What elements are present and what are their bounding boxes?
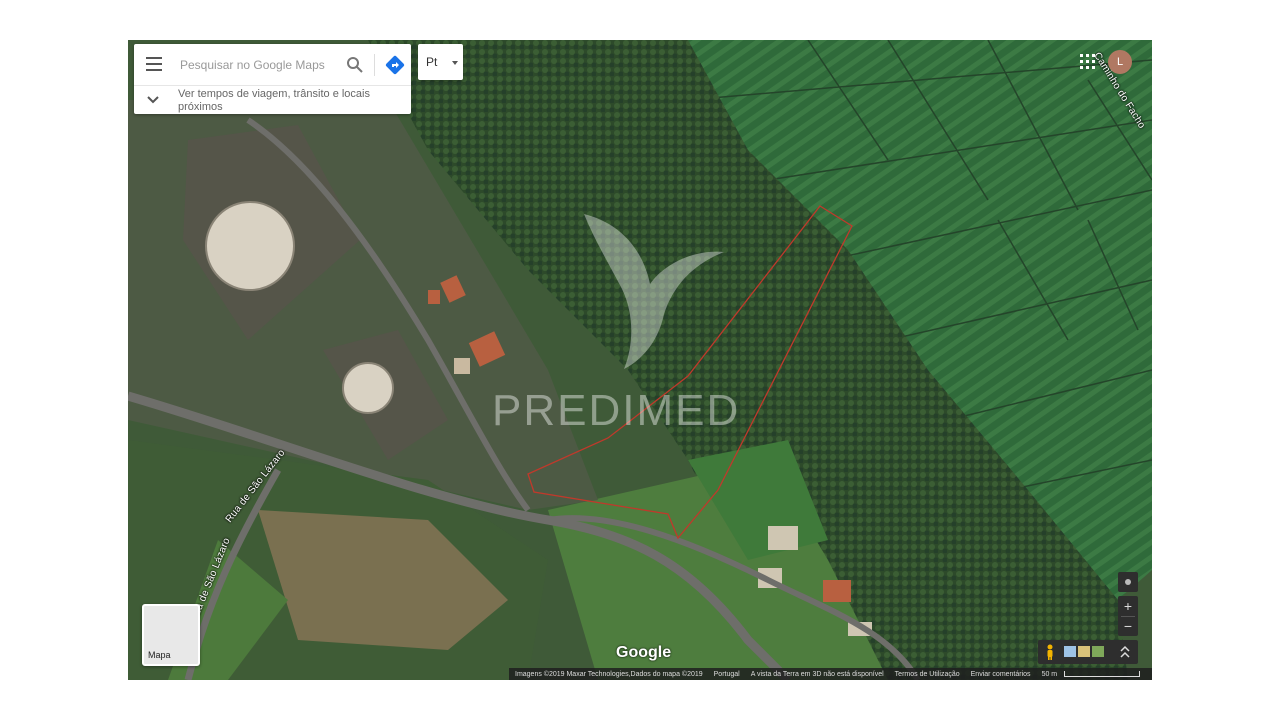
feedback-link[interactable]: Enviar comentários	[971, 671, 1031, 678]
search-panel: Ver tempos de viagem, trânsito e locais …	[134, 44, 411, 114]
avatar[interactable]: L	[1108, 50, 1132, 74]
watermark-logo-icon	[584, 214, 724, 369]
pegman-icon[interactable]	[1045, 644, 1055, 660]
attribution-bar: Imagens ©2019 Maxar Technologies,Dados d…	[509, 668, 1152, 680]
directions-icon[interactable]	[385, 55, 405, 75]
scale-bar	[1064, 671, 1141, 677]
imagery-credit: Imagens ©2019 Maxar Technologies,Dados d…	[515, 670, 703, 678]
layer-label: Mapa	[148, 650, 171, 660]
language-select[interactable]: Pt	[418, 44, 463, 80]
satellite-map[interactable]: PREDIMED Rua de São Lázaro Rua de São Lá…	[128, 40, 1152, 680]
layer-tile-terrain[interactable]	[1078, 646, 1090, 657]
apps-icon[interactable]	[1080, 54, 1096, 70]
menu-icon[interactable]	[146, 57, 162, 71]
caret-down-icon	[452, 61, 458, 65]
view-controls	[1038, 640, 1138, 664]
terms-link[interactable]: Termos de Utilização	[895, 671, 960, 678]
chevron-down-icon[interactable]	[147, 95, 159, 105]
search-separator	[134, 85, 411, 86]
my-location-icon[interactable]	[1118, 572, 1138, 592]
search-input[interactable]	[178, 53, 342, 77]
notice-3d: A vista da Terra em 3D não está disponív…	[750, 670, 884, 678]
language-code: Pt	[426, 55, 438, 69]
travel-times-link[interactable]: Ver tempos de viagem, trânsito e locais …	[178, 88, 378, 114]
search-divider	[374, 54, 375, 76]
expand-icon[interactable]	[1118, 645, 1132, 659]
layer-tile-water[interactable]	[1064, 646, 1076, 657]
map-layer-toggle[interactable]: Mapa	[142, 604, 200, 666]
zoom-out-icon[interactable]: −	[1118, 616, 1138, 636]
google-logo: Google	[616, 644, 672, 661]
country-label: Portugal	[713, 670, 740, 678]
layer-tile-satellite[interactable]	[1092, 646, 1104, 657]
scale-label: 50 m	[1041, 670, 1058, 678]
watermark-text: PREDIMED	[492, 386, 741, 435]
search-icon[interactable]	[346, 56, 364, 74]
zoom-in-icon[interactable]: +	[1118, 596, 1138, 616]
zoom-controls: + −	[1118, 596, 1138, 636]
